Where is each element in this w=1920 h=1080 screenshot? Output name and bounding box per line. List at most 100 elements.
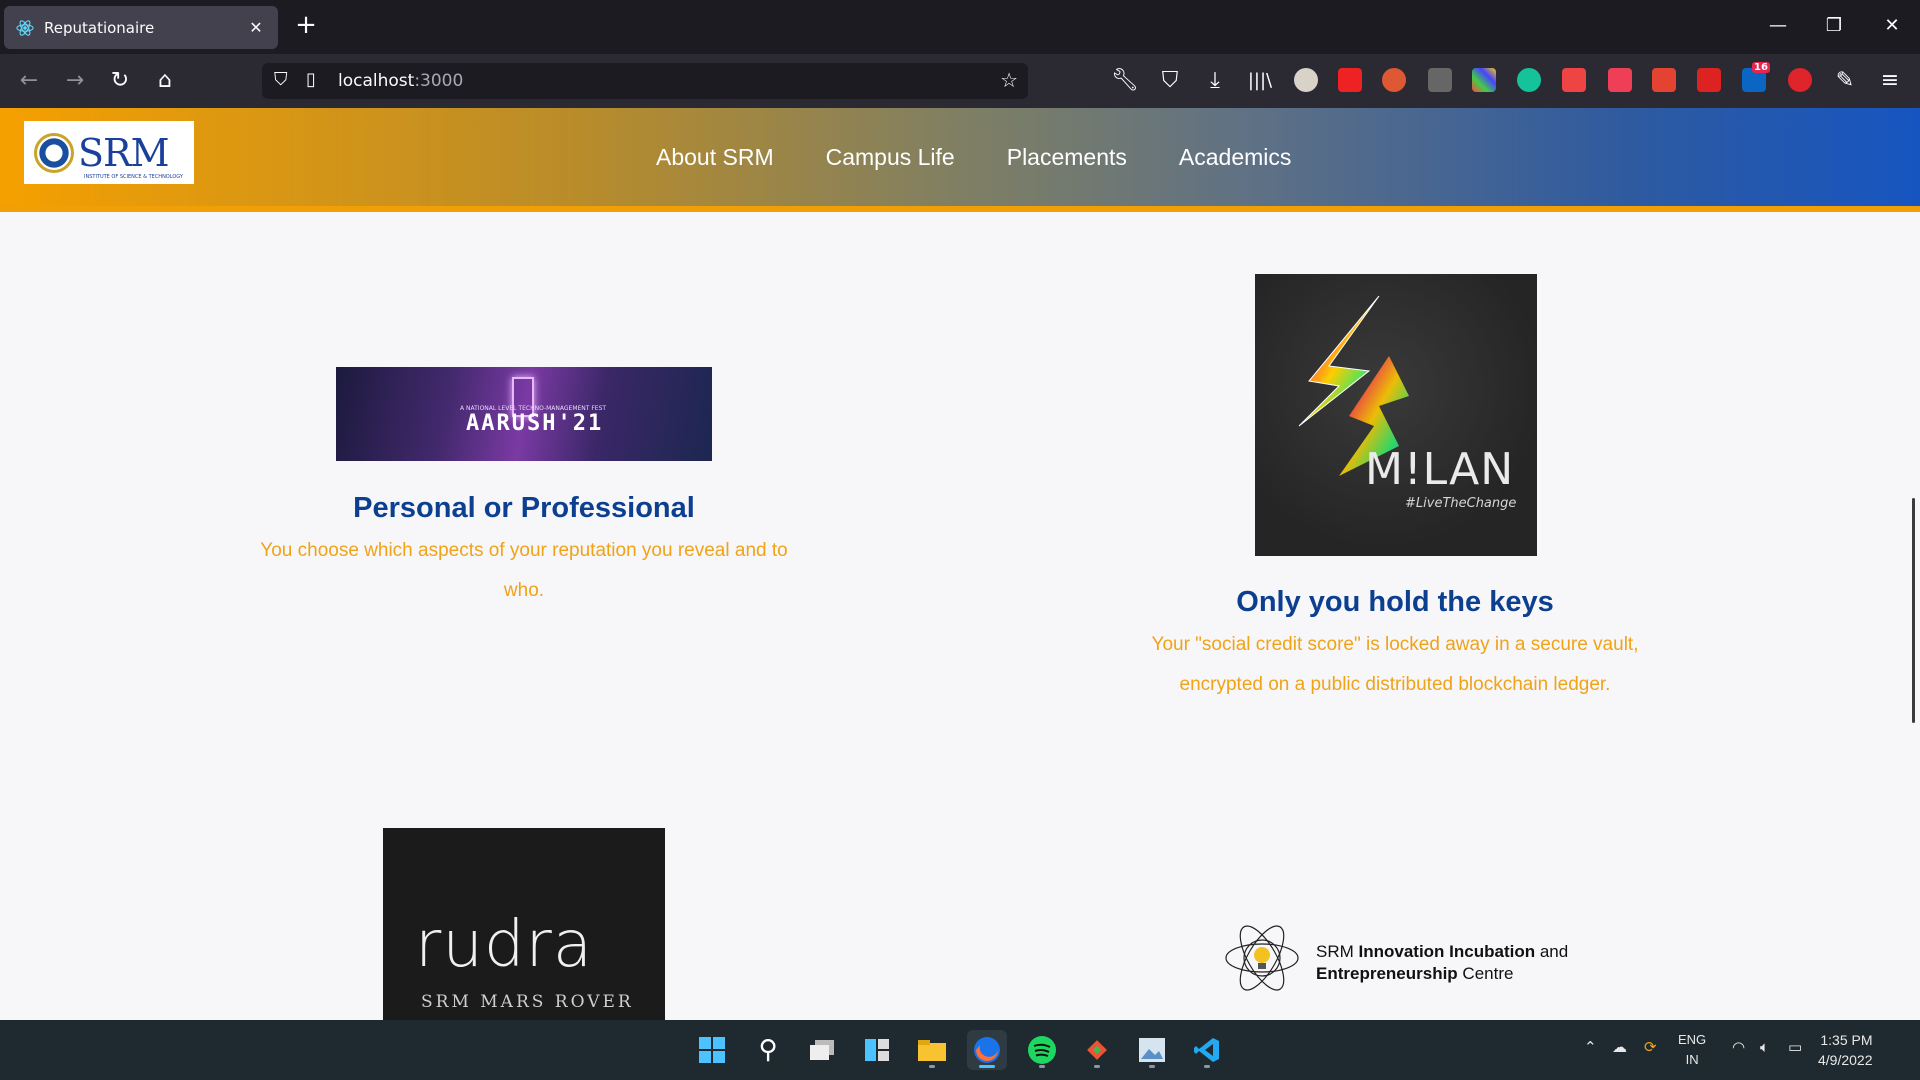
spotify-button[interactable] [1022,1030,1062,1070]
extension-share-icon[interactable] [1697,68,1721,92]
srm-logo-subtext: INSTITUTE OF SCIENCE & TECHNOLOGY [84,174,183,180]
battery-icon[interactable]: ▭ [1788,1038,1802,1056]
widgets-button[interactable] [857,1030,897,1070]
browser-tabbar: Reputationaire ✕ + — ❐ ✕ [0,0,1920,54]
nav-academics[interactable]: Academics [1179,144,1291,171]
spotify-icon [1028,1036,1056,1064]
forward-icon[interactable]: → [60,66,90,96]
start-button[interactable] [692,1030,732,1070]
tab-title: Reputationaire [44,18,155,37]
feature-body: Your "social credit score" is locked awa… [1151,634,1639,695]
download-icon[interactable]: ⤓ [1200,66,1230,96]
widgets-icon [865,1039,889,1061]
siic-mid: and [1535,942,1569,961]
nav-campus-life[interactable]: Campus Life [826,144,955,171]
pen-icon[interactable]: ✎ [1830,66,1860,96]
browser-tab[interactable]: Reputationaire ✕ [4,6,278,49]
language-code: ENG [1678,1032,1707,1047]
back-icon[interactable]: ← [14,66,44,96]
firefox-button[interactable] [967,1030,1007,1070]
page-viewport: SRM INSTITUTE OF SCIENCE & TECHNOLOGY Ab… [0,108,1920,1020]
duckduckgo-icon[interactable] [1382,68,1406,92]
restore-button[interactable]: ❐ [1816,12,1852,40]
aarush-banner-image: A NATIONAL LEVEL TECHNO-MANAGEMENT FEST … [336,367,712,461]
address-bar[interactable]: ⛉ ▯ localhost:3000 ☆ [262,63,1028,99]
sync-icon[interactable]: ⟳ [1644,1038,1657,1056]
todoist-icon[interactable] [1652,68,1676,92]
page-scrollbar[interactable] [1912,498,1915,723]
extension-red-icon[interactable] [1338,68,1362,92]
library-icon[interactable]: |||\ [1245,66,1275,96]
vscode-button[interactable] [1187,1030,1227,1070]
windows-logo-icon [699,1037,725,1063]
account-avatar-icon[interactable] [1294,68,1318,92]
clock-date: 4/9/2022 [1818,1052,1873,1068]
feature-keys: Only you hold the keys Your "social cred… [1110,586,1680,705]
reload-icon[interactable]: ↻ [105,66,135,96]
region-code: IN [1685,1052,1699,1067]
language-indicator[interactable]: ENG IN [1678,1030,1706,1070]
folder-icon [918,1040,946,1061]
bookmark-star-icon[interactable]: ☆ [1000,68,1018,92]
tomato-icon[interactable] [1788,68,1812,92]
feature-body: You choose which aspects of your reputat… [260,540,788,601]
url-host: localhost [338,71,415,91]
aarush-brand: AARUSH'21 [466,411,604,436]
extension-translate-icon[interactable] [1562,68,1586,92]
nav-placements[interactable]: Placements [1007,144,1127,171]
browser-navbar: ← → ↻ ⌂ ⛉ ▯ localhost:3000 ☆ 🔧︎ ⛉ ⤓ |||\… [0,54,1920,108]
volume-icon[interactable]: 🔈︎ [1760,1038,1769,1056]
wifi-icon[interactable]: ◠ [1732,1038,1745,1056]
siic-suffix: Centre [1457,964,1514,983]
taskbar: ⚲ ⌃ ☁ ⟳ ENG IN ◠ 🔈︎ ▭ 1:35 PM 4/9/2022 [0,1020,1920,1080]
onedrive-icon[interactable]: ☁ [1612,1038,1627,1056]
vscode-icon [1194,1038,1219,1062]
milan-hashtag: #LiveTheChange [1405,496,1517,511]
clock[interactable]: 1:35 PM 4/9/2022 [1818,1030,1873,1070]
window-close-button[interactable]: ✕ [1874,12,1910,40]
git-client-button[interactable] [1077,1030,1117,1070]
clock-time: 1:35 PM [1820,1032,1873,1048]
minimize-button[interactable]: — [1760,12,1796,40]
grammarly-icon[interactable] [1517,68,1541,92]
siic-bold-1: Innovation Incubation [1358,942,1536,961]
siic-logo: SRM Innovation Incubation and Entreprene… [1222,918,1602,998]
feature-title: Personal or Professional [353,492,695,524]
pocket-icon[interactable]: ⛉ [1155,66,1185,96]
extension-reader-icon[interactable] [1428,68,1452,92]
page-icon: ▯ [306,69,316,90]
menu-icon[interactable]: ≡ [1875,66,1905,96]
srm-logo[interactable]: SRM INSTITUTE OF SCIENCE & TECHNOLOGY [24,121,194,184]
search-button[interactable]: ⚲ [748,1030,788,1070]
new-tab-button[interactable]: + [292,12,320,40]
site-header: SRM INSTITUTE OF SCIENCE & TECHNOLOGY Ab… [0,108,1920,212]
tab-close-icon[interactable]: ✕ [246,18,266,37]
feature-personal-professional: Personal or Professional You choose whic… [244,492,804,611]
rudra-word: rudra [415,908,594,982]
srm-emblem-icon [34,132,74,173]
site-nav: About SRM Campus Life Placements Academi… [656,144,1291,171]
url-port: :3000 [414,71,464,91]
milan-logo-image: M!LAN #LiveTheChange [1255,274,1537,556]
linkedin-badge: 16 [1752,62,1770,73]
siic-prefix: SRM [1316,942,1359,961]
rudra-subtitle: SRM MARS ROVER [421,992,634,1012]
home-icon[interactable]: ⌂ [150,66,180,96]
tray-overflow-icon[interactable]: ⌃ [1584,1038,1597,1056]
firefox-icon [974,1037,1000,1063]
shield-icon[interactable]: ⛉ [274,69,288,90]
nav-about-srm[interactable]: About SRM [656,144,774,171]
task-view-button[interactable] [802,1030,842,1070]
task-view-icon [810,1040,834,1060]
search-icon: ⚲ [758,1035,778,1065]
srm-logo-text: SRM [78,130,170,175]
wrench-icon[interactable]: 🔧︎ [1110,66,1140,96]
image-viewer-icon [1139,1038,1165,1062]
extension-pocket-red-icon[interactable] [1608,68,1632,92]
siic-bold-2: Entrepreneurship [1316,964,1458,983]
react-favicon-icon [16,19,34,36]
photos-button[interactable] [1132,1030,1172,1070]
milan-word: M!LAN [1365,444,1515,495]
extension-colorful-icon[interactable] [1472,68,1496,92]
file-explorer-button[interactable] [912,1030,952,1070]
